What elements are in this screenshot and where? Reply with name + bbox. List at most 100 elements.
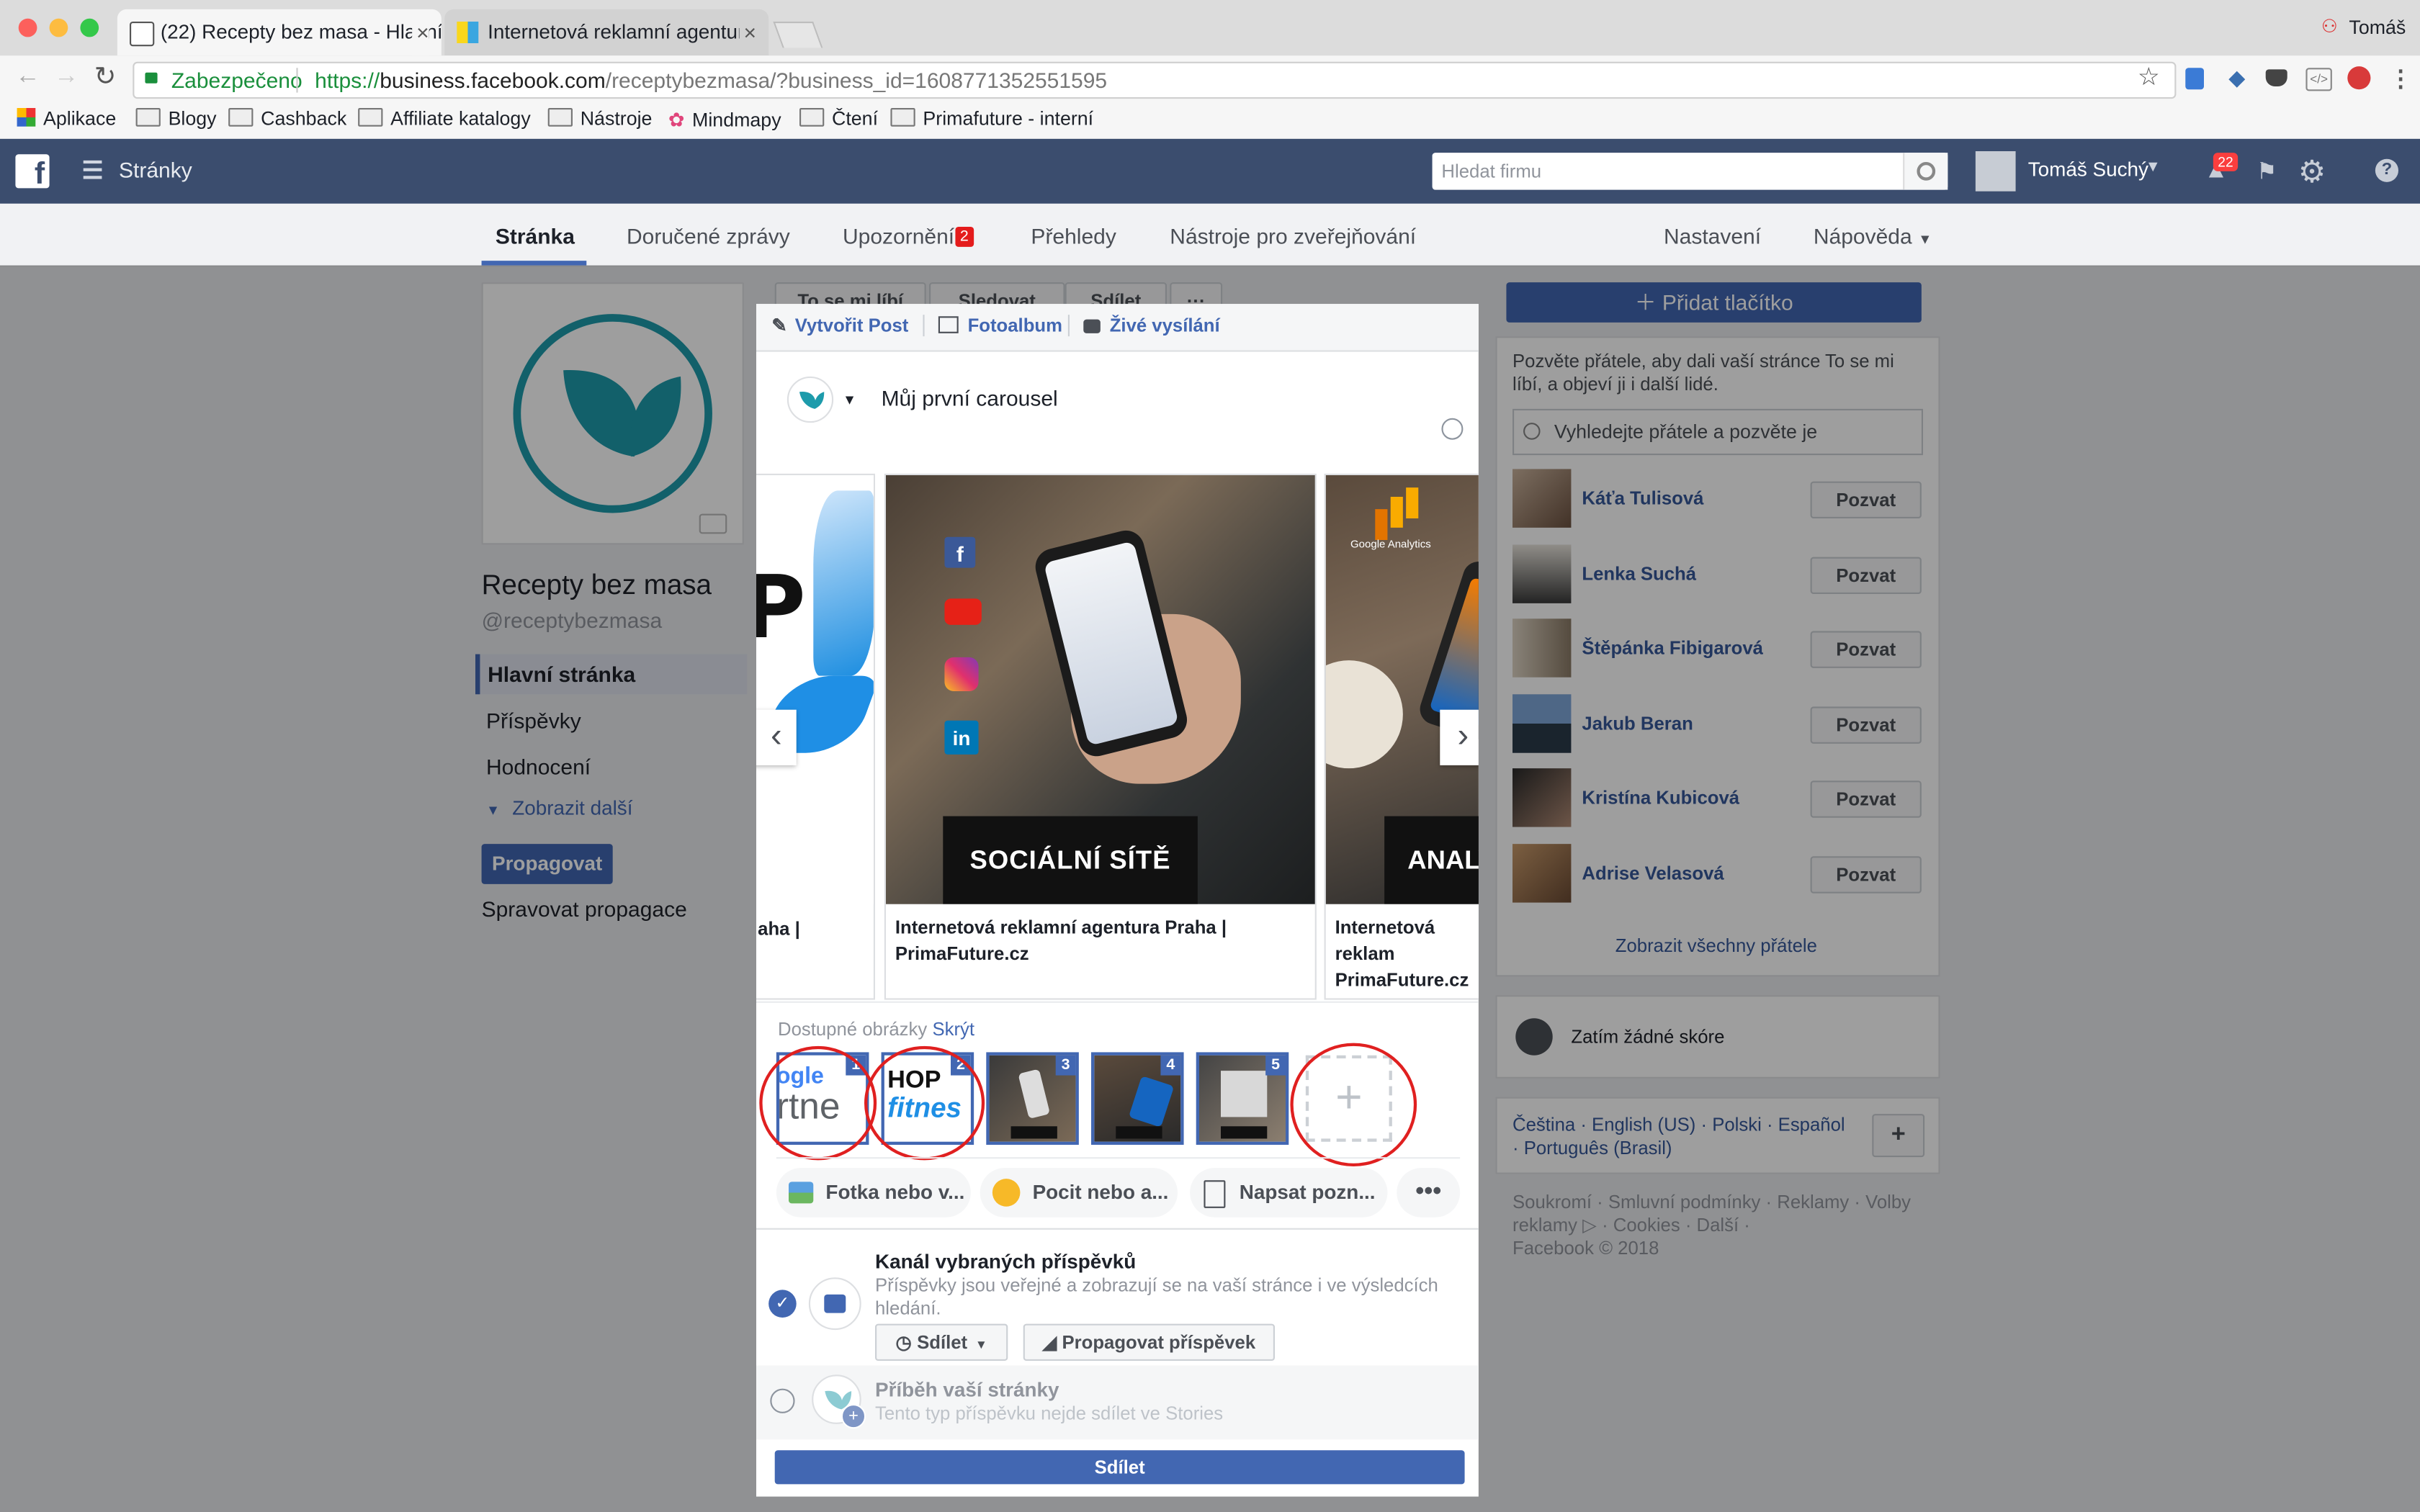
bookmark-folder[interactable]: Affiliate katalogy [358, 108, 531, 130]
facebook-logo-icon[interactable]: f [15, 154, 50, 192]
ethereum-extension-icon[interactable]: ◆ [2228, 65, 2245, 91]
browser-profile-name[interactable]: Tomáš [2349, 17, 2406, 39]
carousel-next-button[interactable]: › [1440, 709, 1479, 765]
address-bar[interactable]: Zabezpečeno https://business.facebook.co… [133, 61, 2177, 99]
share-audience-dropdown[interactable]: ◷ Sdílet ▼ [875, 1323, 1008, 1361]
page-nav: Stránka Doručené zprávy Upozornění 2 Pře… [0, 203, 2420, 267]
minimize-window-button[interactable] [49, 18, 68, 37]
carousel-caption: Internetová reklamní agentura Praha | Pr… [895, 916, 1227, 965]
tab-publishing-tools[interactable]: Nástroje pro zveřejňování [1170, 224, 1416, 248]
more-options-button[interactable]: ••• [1397, 1168, 1461, 1218]
url-text[interactable]: https://business.facebook.com/receptybez… [315, 63, 1107, 97]
facebook-icon: f [944, 536, 976, 568]
bookmark-label: Aplikace [43, 108, 117, 130]
close-tab-icon[interactable]: × [411, 9, 429, 56]
gear-icon[interactable]: ⚙ [2298, 153, 2326, 192]
tab-insights[interactable]: Přehledy [1031, 224, 1116, 248]
divider [296, 68, 298, 93]
story-option[interactable]: + Příběh vaší stránky Tento typ příspěvk… [756, 1365, 1479, 1440]
image-thumbnail[interactable]: 5 [1196, 1052, 1289, 1145]
emoji-icon[interactable] [1441, 418, 1464, 440]
help-icon[interactable]: ? [2375, 158, 2398, 182]
story-radio[interactable] [770, 1388, 795, 1413]
close-window-button[interactable] [18, 18, 37, 37]
search-placeholder: Hledat firmu [1441, 160, 1542, 182]
album-icon [938, 316, 959, 333]
tab-photo-album[interactable]: Fotoalbum [938, 315, 1062, 336]
bookmark-mindmapy[interactable]: ✿ Mindmapy [668, 108, 781, 131]
carousel-card[interactable]: f in SOCIÁLNÍ SÍTĚ Internetová reklamní … [884, 473, 1317, 1000]
section-title[interactable]: Stránky [119, 158, 192, 182]
url-host: business.facebook.com [380, 68, 606, 93]
hide-link[interactable]: Skrýt [932, 1018, 974, 1040]
brand-label: Google Analytics [1350, 540, 1431, 551]
google-analytics-icon [1390, 497, 1403, 528]
back-icon[interactable]: ← [15, 63, 40, 91]
help-label: Nápověda [1813, 223, 1912, 248]
story-description: Tento typ příspěvku nejde sdílet ve Stor… [875, 1402, 1224, 1424]
action-label: Pocit nebo a... [1032, 1180, 1169, 1204]
reload-icon[interactable]: ↻ [94, 62, 117, 93]
photo-video-button[interactable]: Fotka nebo v... [776, 1168, 971, 1218]
maximize-window-button[interactable] [80, 18, 99, 37]
carousel-prev-button[interactable]: ‹ [756, 709, 797, 765]
caret-down-icon: ▼ [974, 1337, 987, 1352]
tab-notifications[interactable]: Upozornění [843, 224, 954, 248]
tab-help[interactable]: Nápověda ▼ [1814, 224, 1932, 248]
url-scheme: https:// [315, 68, 380, 93]
new-tab-button[interactable] [773, 22, 823, 48]
feed-selected-checkbox[interactable]: ✓ [768, 1290, 797, 1318]
feeling-activity-button[interactable]: Pocit nebo a... [980, 1168, 1178, 1218]
tab-label: Fotoalbum [967, 315, 1062, 337]
tab-inactive[interactable]: Internetová reklamní agentura × [444, 9, 769, 56]
pocket-icon[interactable] [2265, 69, 2287, 86]
composer-tabs: ✎ Vytvořit Post Fotoalbum Živé vysílání [756, 304, 1479, 352]
annotation-circle [759, 1045, 877, 1161]
divider [923, 315, 925, 337]
extension-icon[interactable] [2185, 68, 2204, 90]
pencil-icon: ✎ [771, 315, 787, 337]
action-label: Napsat pozn... [1239, 1180, 1376, 1204]
bookmark-folder[interactable]: Nástroje [547, 108, 652, 130]
bookmark-folder[interactable]: Primafuture - interní [890, 108, 1093, 130]
caret-down-icon[interactable]: ▼ [843, 392, 856, 407]
newsfeed-icon [824, 1294, 846, 1313]
share-submit-button[interactable]: Sdílet [774, 1450, 1465, 1485]
divider [1067, 315, 1070, 337]
image-thumbnail[interactable]: 3 [986, 1052, 1079, 1145]
post-text-input[interactable]: Můj první carousel [882, 386, 1058, 410]
tab-page[interactable]: Stránka [496, 224, 575, 248]
bookmark-folder[interactable]: Cashback [228, 108, 346, 130]
avatar[interactable] [1975, 151, 2016, 192]
image-thumbnail[interactable]: 4 [1091, 1052, 1184, 1145]
chevron-down-icon[interactable]: ▼ [2146, 159, 2161, 176]
divider [776, 1157, 1461, 1159]
tab-live-video[interactable]: Živé vysílání [1083, 315, 1220, 336]
tab-inbox[interactable]: Doručené zprávy [627, 224, 790, 248]
search-button[interactable] [1903, 153, 1948, 190]
user-name[interactable]: Tomáš Suchý [2028, 158, 2148, 181]
ublock-icon[interactable] [2347, 66, 2371, 90]
tab-active[interactable]: (22) Recepty bez masa - Hlavní × [117, 9, 442, 56]
bookmark-folder[interactable]: Čtení [799, 108, 878, 130]
promote-post-button[interactable]: ◢ Propagovat příspěvek [1023, 1323, 1275, 1361]
write-note-button[interactable]: Napsat pozn... [1190, 1168, 1388, 1218]
bookmark-star-icon[interactable]: ☆ [2138, 62, 2160, 96]
carousel-caption: Internetová reklam PrimaFuture.cz [1335, 916, 1469, 991]
bookmark-folder[interactable]: Blogy [135, 108, 217, 130]
close-tab-icon[interactable]: × [739, 9, 756, 56]
business-search-input[interactable]: Hledat firmu [1432, 153, 1948, 190]
page-avatar[interactable] [786, 376, 834, 423]
mindmap-icon: ✿ [668, 109, 685, 132]
menu-icon[interactable] [83, 160, 102, 164]
browser-menu-icon[interactable]: ⋮ [2389, 65, 2412, 92]
smiley-icon [992, 1179, 1021, 1207]
code-extension-icon[interactable]: </> [2305, 68, 2332, 91]
tab-settings[interactable]: Nastavení [1664, 224, 1761, 248]
tab-create-post[interactable]: ✎ Vytvořit Post [771, 315, 908, 336]
bookmark-apps[interactable]: Aplikace [17, 108, 117, 130]
phone-screen [1043, 541, 1179, 746]
chevron-down-icon: ▼ [1918, 231, 1932, 247]
flag-icon[interactable]: ⚑ [2257, 158, 2277, 185]
forward-icon[interactable]: → [54, 63, 79, 91]
